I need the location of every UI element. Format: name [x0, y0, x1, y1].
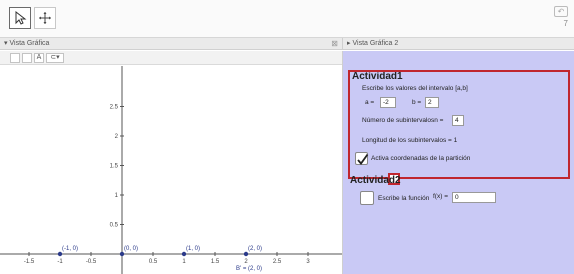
y-tick-label: 1.5: [110, 164, 119, 170]
x-tick-label: 2.5: [273, 259, 282, 265]
style-bar: A ⊂▾: [0, 51, 342, 65]
right-view-title: Vista Gráfica 2: [352, 40, 399, 47]
fx-label: f(x) =: [433, 193, 448, 200]
y-tick-label: 1: [115, 193, 119, 199]
point-capture-dropdown[interactable]: ⊂▾: [46, 53, 64, 63]
point-label: (2, 0): [248, 246, 262, 252]
x-tick-label: -1.5: [24, 259, 35, 265]
partition-point: [243, 251, 249, 257]
home-view-button[interactable]: A: [34, 53, 44, 63]
graph-canvas: -1.5 -1 -0.5 0.5 1 1.5 2 2.5 3 2.5 2 1.5 1 0.5 (-1, 0)…: [0, 66, 342, 274]
toolbar-right-digit: 7: [563, 19, 568, 28]
function-checkbox[interactable]: [360, 191, 374, 205]
home-view-label: A: [36, 54, 42, 61]
x-tick-label: -1: [57, 259, 63, 265]
axes-toggle-button[interactable]: [10, 53, 20, 63]
graphics-view[interactable]: -1.5 -1 -0.5 0.5 1 1.5 2 2.5 3 2.5 2 1.5 1 0.5 (-1, 0)…: [0, 66, 342, 274]
x-tick-label: 2: [244, 259, 248, 265]
move-cross-icon: [39, 12, 51, 24]
actividad2-title: Actividad2: [350, 175, 401, 186]
x-tick-label: 3: [306, 259, 310, 265]
x-tick-label: 1: [182, 259, 186, 265]
function-prompt: Escribe la función: [378, 195, 430, 202]
point-b-label: B' = (2, 0): [236, 266, 262, 272]
left-view-title: Vista Gráfica: [9, 40, 50, 47]
partition-point: [119, 251, 125, 257]
point-label: (0, 0): [124, 246, 138, 252]
point-label: (1, 0): [186, 246, 200, 252]
x-tick-label: -0.5: [86, 259, 97, 265]
x-tick-label: 1.5: [211, 259, 220, 265]
right-view-header: ▸ Vista Gráfica 2: [342, 38, 574, 50]
pointer-arrow-icon: [15, 11, 27, 25]
point-label: (-1, 0): [62, 246, 78, 252]
activity1-highlight-frame: [348, 70, 570, 179]
partition-point: [57, 251, 63, 257]
close-view-icon[interactable]: ⊠: [331, 38, 338, 50]
toolbar-right: ↶ 7: [554, 6, 568, 30]
function-input[interactable]: 0: [452, 192, 496, 203]
undo-icon[interactable]: ↶: [554, 6, 568, 17]
move-graphics-view-button[interactable]: [34, 7, 56, 29]
toolbar: ↶ 7: [0, 0, 574, 38]
x-tick-label: 0.5: [149, 259, 158, 265]
y-tick-label: 2.5: [110, 105, 119, 111]
y-tick-label: 2: [115, 134, 119, 140]
left-view-header: ▾ Vista Gráfica ⊠: [0, 38, 342, 50]
grid-toggle-button[interactable]: [22, 53, 32, 63]
y-tick-label: 0.5: [110, 223, 119, 229]
partition-point: [181, 251, 187, 257]
move-tool-button[interactable]: [9, 7, 31, 29]
